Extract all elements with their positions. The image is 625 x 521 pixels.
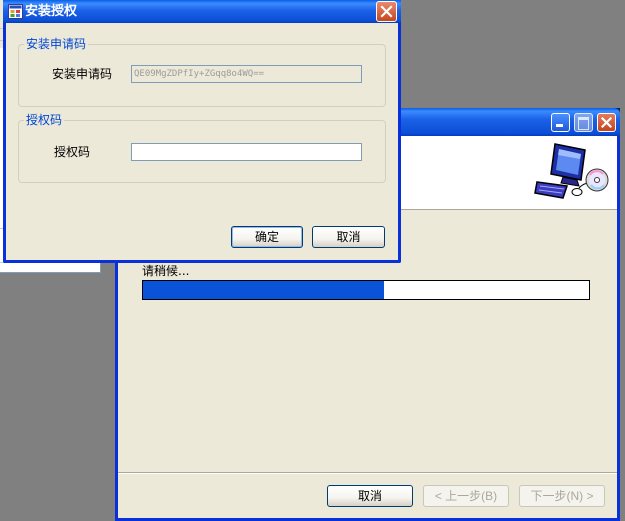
ok-button[interactable]: 确定 xyxy=(231,226,303,248)
auth-cancel-button[interactable]: 取消 xyxy=(312,226,385,248)
computer-cd-icon xyxy=(534,143,609,199)
minimize-icon[interactable] xyxy=(551,113,570,132)
request-code-group: 安装申请码 安装申请码 QE09MgZDPfIy+ZGqq8o4WQ== xyxy=(18,36,386,107)
auth-dialog: 安装授权 安装申请码 安装申请码 QE09MgZDPfIy+ZGqq8o4WQ=… xyxy=(3,0,401,263)
install-progress-fill xyxy=(143,281,384,299)
app-window-icon xyxy=(8,4,23,19)
request-code-group-legend: 安装申请码 xyxy=(24,36,89,52)
request-code-field[interactable]: QE09MgZDPfIy+ZGqq8o4WQ== xyxy=(131,65,362,83)
license-code-input[interactable] xyxy=(131,143,362,161)
wizard-cancel-button[interactable]: 取消 xyxy=(327,485,413,507)
auth-dialog-title: 安装授权 xyxy=(25,4,78,19)
back-button[interactable]: < 上一步(B) xyxy=(423,485,509,507)
request-code-label: 安装申请码 xyxy=(52,67,113,81)
close-icon[interactable] xyxy=(376,1,397,22)
license-code-group-legend: 授权码 xyxy=(24,112,65,128)
next-button[interactable]: 下一步(N) > xyxy=(519,485,605,507)
maximize-icon xyxy=(574,113,593,132)
footer-divider xyxy=(118,472,617,474)
close-icon[interactable] xyxy=(597,113,616,132)
license-code-group: 授权码 授权码 xyxy=(18,112,386,183)
install-progress-bar xyxy=(142,280,590,300)
auth-dialog-titlebar[interactable]: 安装授权 xyxy=(3,0,401,23)
license-code-label: 授权码 xyxy=(54,145,91,159)
wait-text: 请稍候... xyxy=(142,264,190,278)
